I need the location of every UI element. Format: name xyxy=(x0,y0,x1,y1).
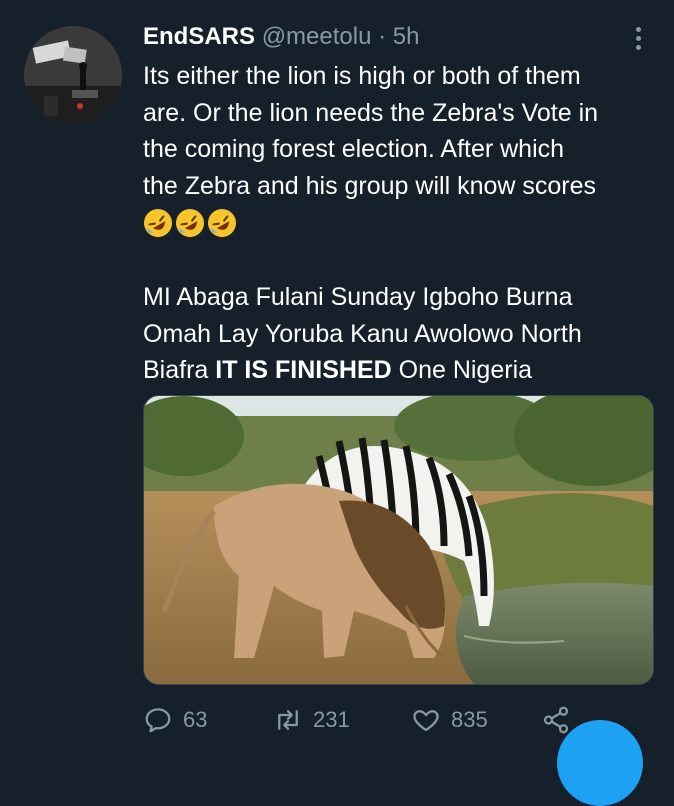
compose-tweet-button[interactable] xyxy=(557,720,643,806)
text-segment: Biafra xyxy=(143,356,209,384)
retweet-count: 231 xyxy=(313,707,350,732)
tweet-text-line: Its either the lion is high or both of t… xyxy=(143,62,581,90)
tweet-text-line: MI Abaga Fulani Sunday Igboho Burna xyxy=(143,283,573,311)
retweet-button[interactable]: 231 xyxy=(273,700,350,740)
separator-dot: · xyxy=(378,23,387,50)
tweet-text: Its either the lion is high or both of t… xyxy=(143,58,663,389)
reply-count: 63 xyxy=(183,707,208,732)
tweet-header: EndSARS @meetolu · 5h xyxy=(143,22,419,52)
like-button[interactable]: 835 xyxy=(411,700,488,740)
retweet-icon xyxy=(278,710,298,730)
rolling-on-floor-laughing-icon xyxy=(144,209,172,237)
tweet-image[interactable] xyxy=(143,395,654,685)
display-name[interactable]: EndSARS xyxy=(143,23,255,50)
reply-button[interactable]: 63 xyxy=(143,700,207,740)
tweet-text-line: Omah Lay Yoruba Kanu Awolowo North xyxy=(143,319,582,348)
tweet-text-line: the coming forest election. After which xyxy=(143,135,565,163)
rolling-on-floor-laughing-icon xyxy=(208,209,236,237)
tweet-text-line: Biafra IT IS FINISHED One Nigeria xyxy=(143,352,663,389)
heart-icon xyxy=(413,710,439,732)
avatar-image xyxy=(24,26,122,124)
more-options-icon[interactable] xyxy=(628,24,648,54)
reply-icon xyxy=(145,708,171,733)
share-icon xyxy=(543,706,569,734)
timestamp[interactable]: 5h xyxy=(393,23,420,50)
like-count: 835 xyxy=(451,707,488,732)
tweet-text-line: the Zebra and his group will know scores xyxy=(143,171,597,200)
avatar[interactable] xyxy=(24,26,122,124)
user-handle[interactable]: @meetolu xyxy=(262,23,372,50)
lion-and-zebra-photo xyxy=(144,396,653,684)
tweet-text-line: are. Or the lion needs the Zebra's Vote … xyxy=(143,98,599,127)
emoji-row xyxy=(143,204,663,242)
bold-text: IT IS FINISHED xyxy=(215,356,392,384)
rolling-on-floor-laughing-icon xyxy=(176,209,204,237)
text-segment: One Nigeria xyxy=(398,356,533,384)
